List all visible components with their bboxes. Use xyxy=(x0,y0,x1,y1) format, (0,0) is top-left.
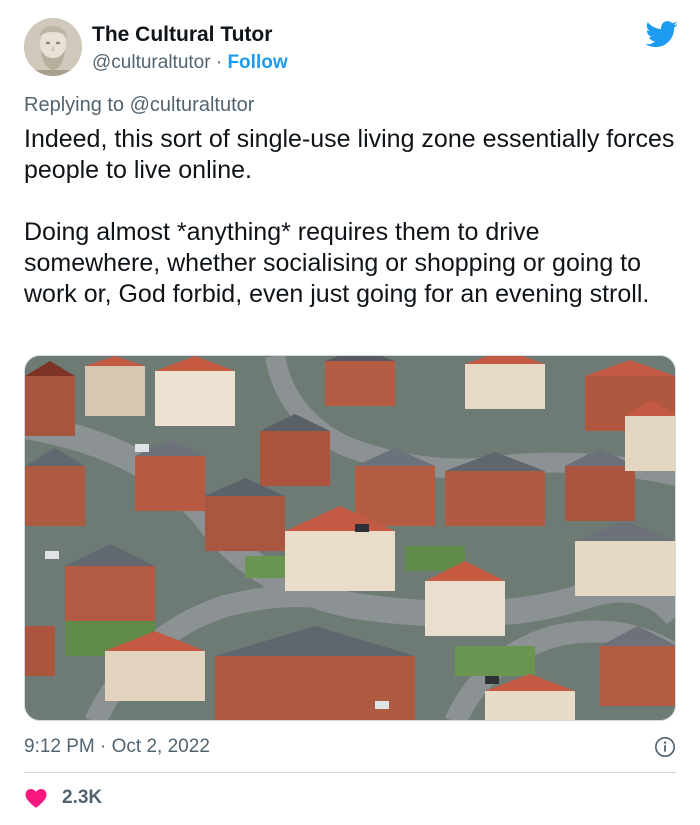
author-block: The Cultural Tutor @culturaltutor · Foll… xyxy=(92,22,288,76)
replying-to-label: Replying to xyxy=(24,94,125,116)
author-handle[interactable]: @culturaltutor xyxy=(92,52,211,73)
twitter-bird-icon[interactable] xyxy=(646,18,678,50)
timestamp-separator: · xyxy=(100,736,107,757)
tweet-card: The Cultural Tutor @culturaltutor · Foll… xyxy=(0,0,700,825)
tweet-photo[interactable] xyxy=(24,355,676,721)
divider xyxy=(24,772,676,773)
replying-to-handle[interactable]: @culturaltutor xyxy=(130,94,255,116)
tweet-time: 9:12 PM xyxy=(24,736,95,757)
aerial-housing-estate-photo xyxy=(25,356,675,720)
tweet-paragraph: Doing almost *anything* requires them to… xyxy=(24,218,650,308)
like-count: 2.3K xyxy=(62,787,103,808)
avatar[interactable] xyxy=(24,18,82,76)
handle-separator: · xyxy=(215,52,223,73)
tweet-paragraph: Indeed, this sort of single-use living z… xyxy=(24,125,675,184)
author-handle-row: @culturaltutor · Follow xyxy=(92,50,288,76)
tweet-date: Oct 2, 2022 xyxy=(111,736,210,757)
author-name[interactable]: The Cultural Tutor xyxy=(92,22,288,48)
follow-button[interactable]: Follow xyxy=(227,52,287,73)
like-button[interactable]: 2.3K xyxy=(24,786,102,810)
replying-to: Replying to @culturaltutor xyxy=(24,94,254,117)
bust-statue-icon xyxy=(24,18,82,76)
heart-icon xyxy=(25,789,47,808)
tweet-text: Indeed, this sort of single-use living z… xyxy=(24,124,676,310)
info-icon[interactable] xyxy=(654,736,676,758)
tweet-timestamp[interactable]: 9:12 PM · Oct 2, 2022 xyxy=(24,736,210,758)
